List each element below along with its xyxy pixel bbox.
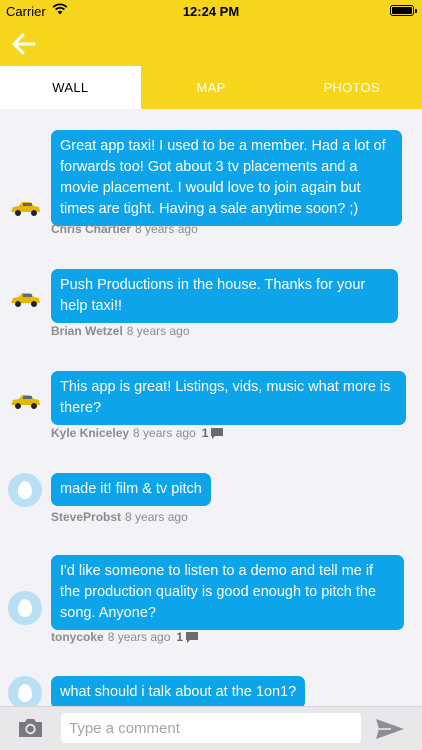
post-time: 8 years ago [133, 426, 196, 440]
post-message[interactable]: Great app taxi! I used to be a member. H… [51, 130, 402, 226]
post-author[interactable]: Kyle Kniceley [51, 426, 129, 440]
clock: 12:24 PM [182, 4, 240, 19]
post-author[interactable]: SteveProbst [51, 510, 121, 524]
nav-bar [0, 22, 422, 66]
tab-photos[interactable]: PHOTOS [281, 66, 422, 109]
post-meta: tonycoke 8 years ago 1 [51, 630, 199, 644]
post-meta: Kyle Kniceley 8 years ago 1 [51, 426, 224, 440]
post-time: 8 years ago [135, 222, 198, 236]
post-meta: SteveProbst 8 years ago [51, 510, 188, 524]
send-button[interactable] [374, 717, 406, 741]
taxi-car-icon [11, 395, 40, 409]
post-message[interactable]: what should i talk about at the 1on1? [51, 676, 306, 706]
post-author[interactable]: tonycoke [51, 630, 104, 644]
camera-button[interactable] [17, 717, 44, 739]
tab-map[interactable]: MAP [141, 66, 282, 109]
tab-bar: WALL MAP PHOTOS [0, 66, 422, 109]
comment-bubble-icon[interactable] [211, 427, 224, 439]
comment-input[interactable] [61, 713, 361, 743]
comment-count[interactable]: 1 [202, 426, 209, 440]
camera-icon [19, 719, 42, 737]
post-time: 8 years ago [126, 324, 190, 338]
wall-feed[interactable]: Great app taxi! I used to be a member. H… [0, 109, 422, 706]
send-icon [376, 719, 404, 739]
arrow-left-icon [12, 33, 36, 55]
post-author[interactable]: Chris Chartier [51, 222, 131, 236]
egg-avatar-icon [8, 473, 42, 507]
post-time: 8 years ago [107, 630, 171, 644]
egg-avatar-icon [8, 591, 42, 625]
post-author[interactable]: Brian Wetzel [51, 324, 123, 338]
battery-icon [390, 5, 417, 16]
post-meta: Chris Chartier 8 years ago [51, 222, 198, 236]
tab-wall[interactable]: WALL [0, 66, 141, 109]
taxi-car-icon [11, 202, 40, 216]
egg-avatar-icon [8, 676, 42, 706]
post-message[interactable]: Push Productions in the house. Thanks fo… [51, 269, 398, 323]
post-message[interactable]: I'd like someone to listen to a demo and… [51, 555, 404, 630]
post-time: 8 years ago [125, 510, 188, 524]
comment-bubble-icon[interactable] [186, 631, 199, 643]
comment-composer [0, 706, 422, 750]
post-message[interactable]: made it! film & tv pitch [51, 473, 211, 506]
post-message[interactable]: This app is great! Listings, vids, music… [51, 371, 406, 425]
status-bar: Carrier 12:24 PM [0, 0, 422, 22]
back-button[interactable] [10, 30, 38, 58]
post-meta: Brian Wetzel 8 years ago [51, 324, 190, 338]
taxi-car-icon [11, 293, 40, 307]
comment-count[interactable]: 1 [176, 630, 183, 644]
